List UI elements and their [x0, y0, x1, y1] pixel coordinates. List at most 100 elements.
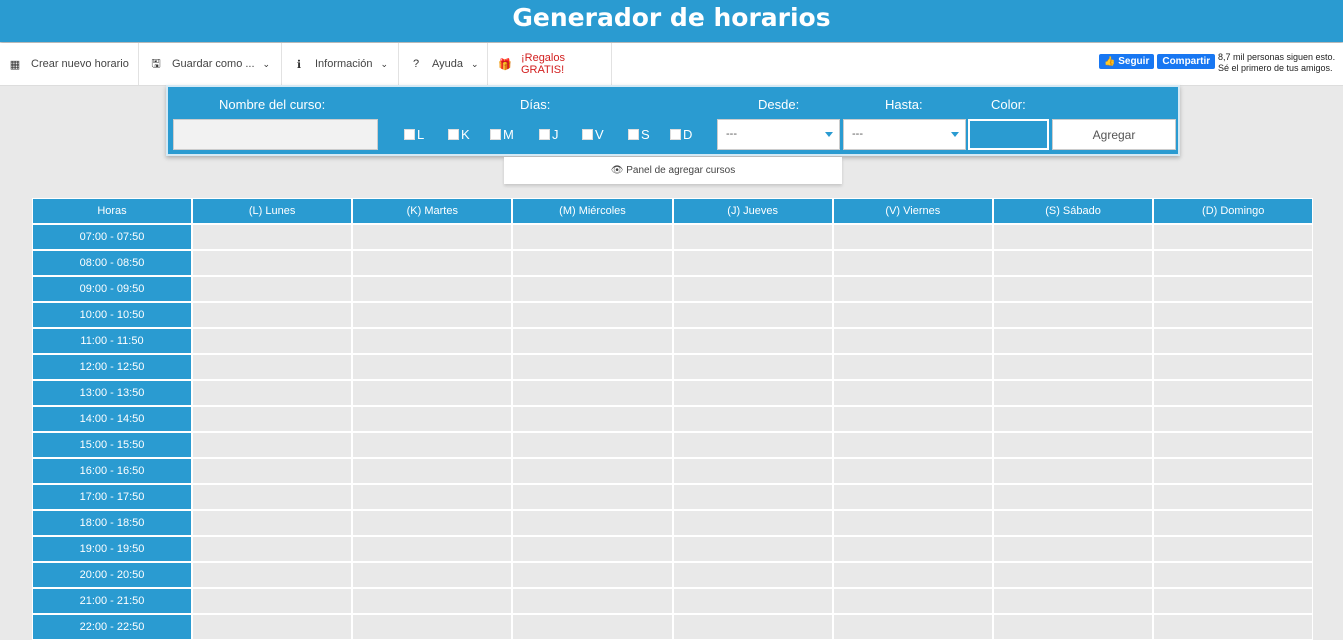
schedule-cell[interactable] [832, 484, 993, 510]
schedule-cell[interactable] [512, 458, 673, 484]
schedule-cell[interactable] [192, 224, 353, 250]
schedule-cell[interactable] [992, 484, 1154, 510]
schedule-cell[interactable] [192, 432, 353, 458]
schedule-cell[interactable] [192, 536, 353, 562]
facebook-follow-button[interactable]: 👍 Seguir [1099, 53, 1155, 69]
help-dropdown[interactable]: ? Ayuda ⌄ [399, 43, 488, 85]
schedule-cell[interactable] [352, 354, 513, 380]
schedule-cell[interactable] [192, 380, 353, 406]
schedule-cell[interactable] [992, 536, 1154, 562]
schedule-cell[interactable] [352, 328, 513, 354]
schedule-cell[interactable] [192, 458, 353, 484]
color-picker[interactable] [968, 119, 1049, 150]
schedule-cell[interactable] [1153, 510, 1314, 536]
schedule-cell[interactable] [992, 276, 1154, 302]
schedule-cell[interactable] [672, 224, 833, 250]
schedule-cell[interactable] [992, 250, 1154, 276]
free-gifts-link[interactable]: 🎁 ¡Regalos GRATIS! [488, 43, 612, 85]
schedule-cell[interactable] [672, 380, 833, 406]
schedule-cell[interactable] [352, 536, 513, 562]
schedule-cell[interactable] [832, 536, 993, 562]
schedule-cell[interactable] [352, 588, 513, 614]
schedule-cell[interactable] [192, 250, 353, 276]
schedule-cell[interactable] [832, 406, 993, 432]
schedule-cell[interactable] [512, 432, 673, 458]
schedule-cell[interactable] [512, 406, 673, 432]
schedule-cell[interactable] [832, 224, 993, 250]
schedule-cell[interactable] [192, 614, 353, 640]
schedule-cell[interactable] [992, 354, 1154, 380]
schedule-cell[interactable] [992, 432, 1154, 458]
schedule-cell[interactable] [512, 380, 673, 406]
schedule-cell[interactable] [672, 510, 833, 536]
course-name-input[interactable] [173, 119, 378, 150]
schedule-cell[interactable] [1153, 328, 1314, 354]
to-select[interactable]: --- [843, 119, 966, 150]
schedule-cell[interactable] [1153, 406, 1314, 432]
schedule-cell[interactable] [992, 328, 1154, 354]
from-select[interactable]: --- [717, 119, 840, 150]
info-dropdown[interactable]: ℹ Información ⌄ [282, 43, 399, 85]
schedule-cell[interactable] [992, 458, 1154, 484]
schedule-cell[interactable] [672, 250, 833, 276]
schedule-cell[interactable] [672, 614, 833, 640]
day-checkbox-v[interactable]: V [582, 127, 604, 142]
schedule-cell[interactable] [672, 406, 833, 432]
schedule-cell[interactable] [352, 484, 513, 510]
schedule-cell[interactable] [672, 328, 833, 354]
schedule-cell[interactable] [352, 302, 513, 328]
schedule-cell[interactable] [1153, 458, 1314, 484]
schedule-cell[interactable] [512, 328, 673, 354]
schedule-cell[interactable] [512, 510, 673, 536]
schedule-cell[interactable] [832, 432, 993, 458]
schedule-cell[interactable] [512, 562, 673, 588]
schedule-cell[interactable] [992, 562, 1154, 588]
schedule-cell[interactable] [832, 328, 993, 354]
schedule-cell[interactable] [352, 458, 513, 484]
schedule-cell[interactable] [672, 484, 833, 510]
schedule-cell[interactable] [1153, 380, 1314, 406]
schedule-cell[interactable] [672, 432, 833, 458]
schedule-cell[interactable] [192, 276, 353, 302]
schedule-cell[interactable] [512, 276, 673, 302]
schedule-cell[interactable] [832, 562, 993, 588]
schedule-cell[interactable] [672, 354, 833, 380]
schedule-cell[interactable] [352, 510, 513, 536]
panel-toggle-button[interactable]: 👁 Panel de agregar cursos [504, 157, 842, 184]
schedule-cell[interactable] [192, 302, 353, 328]
schedule-cell[interactable] [1153, 536, 1314, 562]
day-checkbox-l[interactable]: L [404, 127, 424, 142]
schedule-cell[interactable] [1153, 354, 1314, 380]
schedule-cell[interactable] [832, 354, 993, 380]
schedule-cell[interactable] [672, 562, 833, 588]
facebook-share-button[interactable]: Compartir [1157, 53, 1216, 69]
schedule-cell[interactable] [832, 588, 993, 614]
schedule-cell[interactable] [512, 354, 673, 380]
schedule-cell[interactable] [192, 328, 353, 354]
schedule-cell[interactable] [1153, 562, 1314, 588]
schedule-cell[interactable] [1153, 588, 1314, 614]
schedule-cell[interactable] [992, 614, 1154, 640]
schedule-cell[interactable] [512, 484, 673, 510]
schedule-cell[interactable] [192, 354, 353, 380]
schedule-cell[interactable] [1153, 302, 1314, 328]
schedule-cell[interactable] [352, 224, 513, 250]
save-as-dropdown[interactable]: 🖫 Guardar como ... ⌄ [139, 43, 282, 85]
schedule-cell[interactable] [1153, 614, 1314, 640]
day-checkbox-m[interactable]: M [490, 127, 514, 142]
schedule-cell[interactable] [352, 562, 513, 588]
day-checkbox-k[interactable]: K [448, 127, 470, 142]
schedule-cell[interactable] [992, 380, 1154, 406]
day-checkbox-s[interactable]: S [628, 127, 650, 142]
schedule-cell[interactable] [1153, 276, 1314, 302]
schedule-cell[interactable] [192, 484, 353, 510]
add-button[interactable]: Agregar [1052, 119, 1176, 150]
schedule-cell[interactable] [992, 510, 1154, 536]
schedule-cell[interactable] [512, 588, 673, 614]
schedule-cell[interactable] [192, 406, 353, 432]
schedule-cell[interactable] [992, 224, 1154, 250]
schedule-cell[interactable] [512, 536, 673, 562]
schedule-cell[interactable] [512, 614, 673, 640]
schedule-cell[interactable] [672, 588, 833, 614]
schedule-cell[interactable] [1153, 432, 1314, 458]
